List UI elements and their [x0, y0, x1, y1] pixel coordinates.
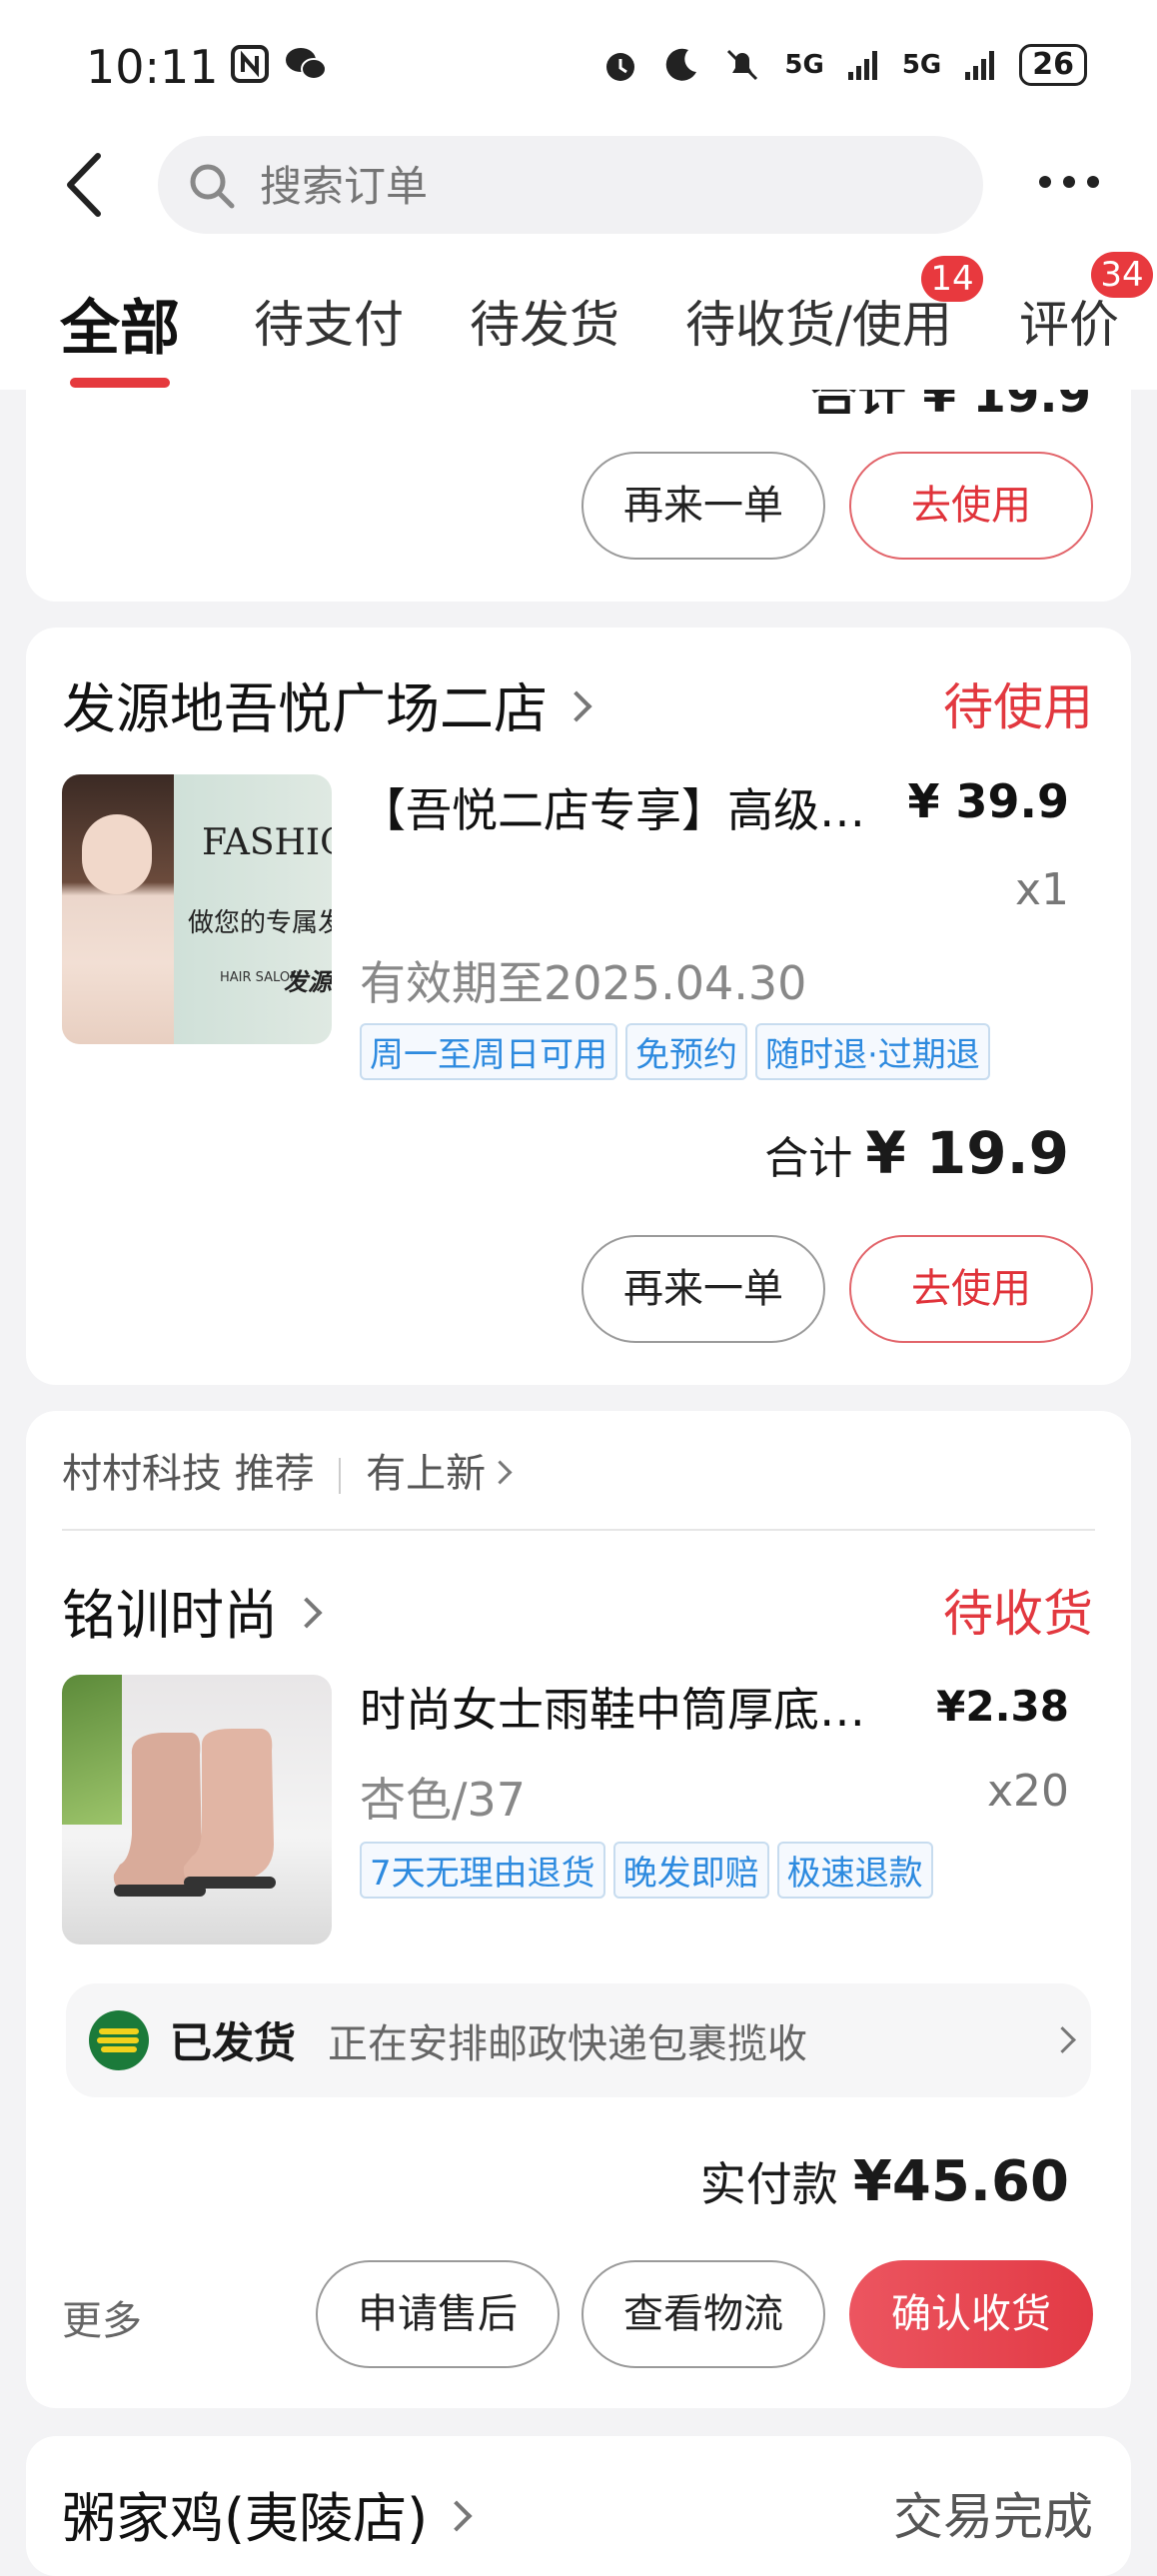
order-status: 交易完成: [893, 2488, 1093, 2546]
service-tag: 周一至周日可用: [360, 1023, 617, 1080]
paid-amount: 实付款 ¥45.60: [700, 2148, 1069, 2214]
divider: [62, 1529, 1095, 1531]
tab-badge-review: 34: [1091, 252, 1153, 298]
confirm-receipt-button[interactable]: 确认收货: [849, 2260, 1093, 2368]
wechat-icon: [286, 48, 327, 80]
tab-pending-receipt[interactable]: 待收货/使用: [685, 285, 952, 357]
search-input[interactable]: [258, 136, 941, 236]
reorder-button[interactable]: 再来一单: [581, 1235, 825, 1343]
order-card-0: 合计 ¥ 19.9 再来一单 去使用: [26, 390, 1131, 602]
ship-status: 已发货: [170, 2018, 297, 2067]
order-status: 待收货: [943, 1585, 1093, 1643]
product-price: ¥ 39.9: [907, 774, 1069, 828]
order-total: 合计 ¥ 19.9: [764, 1119, 1069, 1187]
tab-pending-shipment[interactable]: 待发货: [470, 285, 619, 357]
total-value: ¥ 19.9: [865, 1119, 1069, 1187]
service-tag: 7天无理由退货: [360, 1842, 605, 1899]
service-tag: 极速退款: [776, 1842, 933, 1899]
view-logistics-button[interactable]: 查看物流: [581, 2260, 825, 2368]
search-icon: [190, 164, 235, 209]
recommend-new-link[interactable]: 有上新: [366, 1451, 486, 1497]
chevron-right-icon: [291, 1597, 323, 1629]
image-name-text: 发源: [284, 968, 332, 996]
tab-pending-payment[interactable]: 待支付: [254, 285, 404, 357]
use-button[interactable]: 去使用: [849, 452, 1093, 560]
signal-icon-2: [965, 51, 995, 80]
use-button[interactable]: 去使用: [849, 1235, 1093, 1343]
service-tags: 周一至周日可用 免预约 随时退·过期退: [360, 1023, 990, 1080]
product-quantity: x1: [1014, 864, 1069, 915]
chevron-right-icon: [561, 690, 592, 722]
total-label: 合计: [764, 1133, 853, 1184]
battery-indicator: 26: [1019, 44, 1087, 86]
product-spec: 杏色/37: [360, 1773, 527, 1827]
chevron-right-icon: [488, 1459, 513, 1485]
recommend-bar[interactable]: 村村科技 推荐 有上新: [62, 1441, 513, 1499]
order-status: 待使用: [943, 678, 1093, 736]
china-post-icon: [89, 2010, 149, 2070]
shop-name[interactable]: 铭训时尚: [62, 1571, 323, 1650]
product-title[interactable]: 【吾悦二店专享】高级…: [360, 774, 865, 840]
boot-icon: [113, 1729, 276, 1897]
validity-date: 有效期至2025.04.30: [360, 956, 807, 1010]
product-price: ¥2.38: [936, 1682, 1069, 1731]
image-slogan-text: 做您的专属发: [188, 908, 332, 938]
more-actions-link[interactable]: 更多: [62, 2288, 142, 2346]
product-title[interactable]: 时尚女士雨鞋中筒厚底…: [360, 1674, 865, 1740]
reorder-button[interactable]: 再来一单: [581, 452, 825, 560]
network-5g-2: 5G: [901, 50, 942, 80]
product-image[interactable]: FASHIO 做您的专属发 HAIR SALON 发源: [62, 774, 332, 1044]
status-bar: 10:11 5G 5G 26: [0, 0, 1157, 130]
alarm-icon: [606, 53, 635, 81]
service-tag: 晚发即赔: [612, 1842, 769, 1899]
chevron-right-icon: [1049, 2026, 1076, 2053]
shop-name[interactable]: 粥家鸡(夷陵店): [62, 2474, 473, 2553]
search-bar[interactable]: [158, 136, 983, 236]
moon-icon: [666, 48, 697, 81]
ship-description: 正在安排邮政快递包裹揽收: [328, 2021, 807, 2067]
nfc-icon: [231, 45, 269, 83]
service-tag: 随时退·过期退: [755, 1023, 990, 1080]
recommend-text: 村村科技 推荐: [62, 1451, 315, 1497]
after-sale-button[interactable]: 申请售后: [316, 2260, 560, 2368]
shipping-status-bar[interactable]: 已发货 正在安排邮政快递包裹揽收: [66, 1983, 1091, 2097]
image-brand-text: FASHIO: [202, 822, 332, 863]
back-arrow-icon[interactable]: [60, 150, 110, 220]
mute-bell-icon: [727, 49, 758, 81]
more-options-icon[interactable]: [1039, 176, 1099, 188]
service-tag: 免预约: [625, 1023, 747, 1080]
chevron-right-icon: [441, 2500, 473, 2532]
paid-label: 实付款: [699, 2157, 838, 2211]
shop-name[interactable]: 发源地吾悦广场二店: [62, 664, 592, 743]
product-image[interactable]: [62, 1675, 332, 1944]
network-5g-1: 5G: [784, 50, 824, 80]
status-time: 10:11: [86, 40, 219, 94]
signal-icon: [847, 51, 877, 80]
paid-value: ¥45.60: [852, 2149, 1069, 2214]
order-total-cutoff: 合计 ¥ 19.9: [810, 390, 1091, 414]
service-tags: 7天无理由退货 晚发即赔 极速退款: [360, 1842, 933, 1899]
tab-badge-receipt: 14: [921, 256, 983, 302]
tab-active-indicator: [70, 378, 170, 388]
product-quantity: x20: [986, 1766, 1069, 1817]
tab-all[interactable]: 全部: [60, 280, 180, 367]
